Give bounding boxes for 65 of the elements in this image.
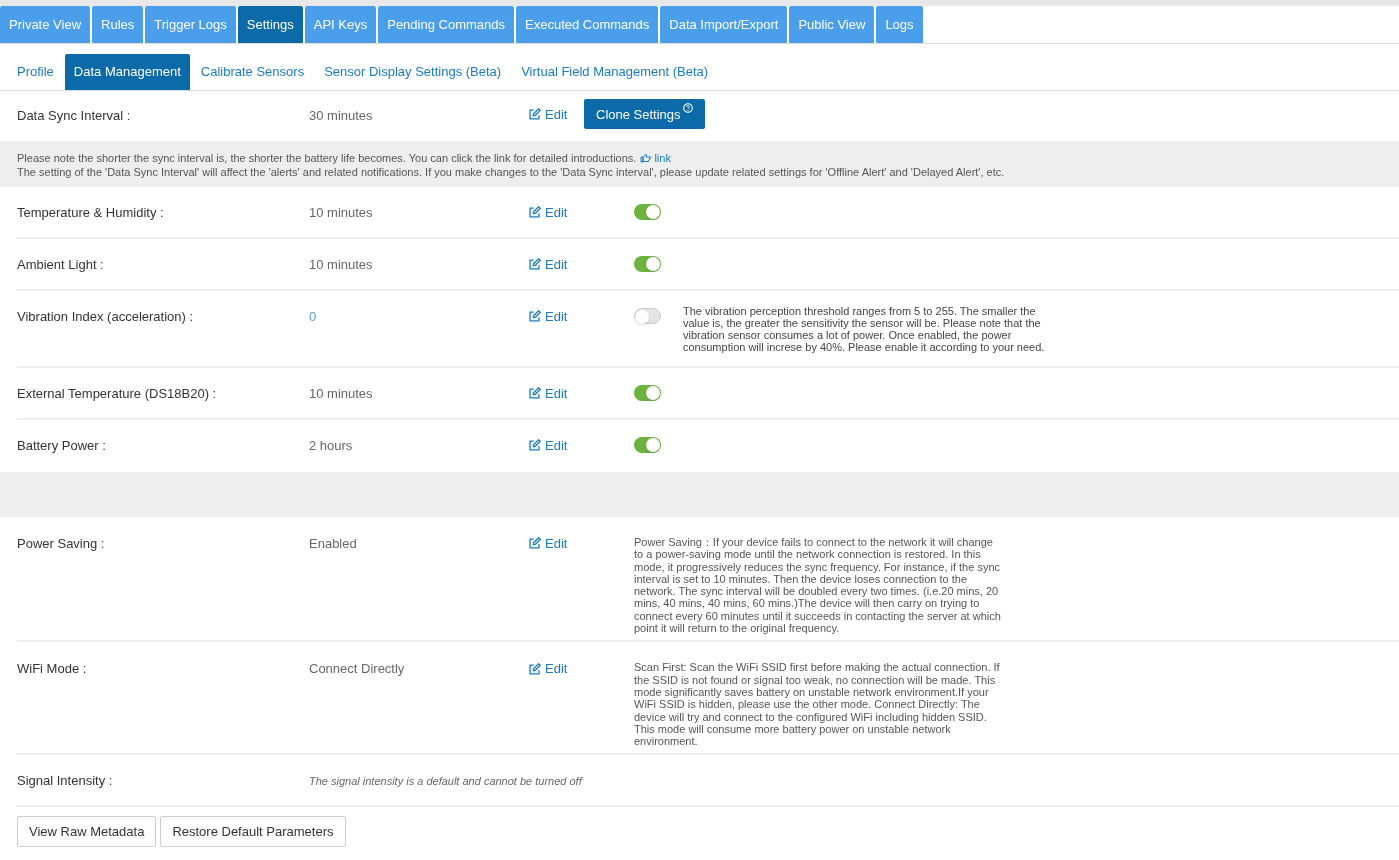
help-icon	[682, 103, 693, 113]
edit-link[interactable]: Edit	[528, 105, 568, 125]
sub-tab[interactable]: Data Management	[64, 54, 190, 90]
sub-tab[interactable]: Calibrate Sensors	[191, 54, 314, 90]
setting-value: 2 hours	[309, 437, 354, 455]
edit-icon	[528, 387, 541, 401]
setting-value: 10 minutes	[309, 256, 374, 274]
help-text: The vibration perception threshold ranges from 5 to 255. The smaller the value is, the greater the sensitivity the sensor will be. Please note that the vibration sensor consumes a lot of power. Once enabled, the power consumption will increse by 40%. Please enable it according to your need.	[683, 305, 1046, 353]
setting-label: Ambient Light :	[17, 256, 105, 274]
clone-settings-button[interactable]: Clone Settings	[584, 99, 705, 129]
help-text: Power Saving：If your device fails to connect to the network it will change to a power-saving mode until the network connection is restored. In this mode, it progressively reduces the sync frequency. For instance, if the sync interval is set to 10 minutes. Then the device loses connection to the network. The sync interval will be doubled every two times. (i.e.20 mins, 20 mins, 40 mins, 40 mins, 60 mins.)The device will then carry on trying to connect every 60 minutes until it succeeds in contacting the server at which point it will return to the original frequency.	[634, 536, 1002, 635]
edit-link[interactable]: Edit	[528, 534, 568, 554]
setting-label: WiFi Mode :	[17, 660, 88, 679]
setting-value: Connect Directly	[309, 660, 406, 679]
edit-link[interactable]: Edit	[528, 659, 568, 679]
edit-link[interactable]: Edit	[528, 436, 568, 456]
nav-tab[interactable]: Data Import/Export	[660, 6, 788, 43]
edit-icon	[528, 439, 541, 453]
notice-text: Please note the shorter the sync interval is, the shorter the battery life becomes. You can click the link for detailed introductions.	[17, 151, 637, 165]
setting-value: 10 minutes	[309, 204, 374, 222]
setting-value: 30 minutes	[309, 107, 374, 126]
setting-label: Vibration Index (acceleration) :	[17, 308, 195, 326]
setting-label: Battery Power :	[17, 437, 107, 455]
nav-tab[interactable]: Executed Commands	[516, 6, 659, 43]
edit-icon	[528, 310, 541, 324]
edit-link[interactable]: Edit	[528, 384, 568, 404]
toggle-switch[interactable]	[634, 385, 661, 401]
edit-icon	[528, 108, 541, 122]
setting-label: Signal Intensity :	[17, 772, 114, 791]
nav-tab[interactable]: Rules	[92, 6, 144, 43]
info-link[interactable]: link	[640, 151, 671, 165]
toggle-switch[interactable]	[634, 308, 661, 324]
edit-link[interactable]: Edit	[528, 307, 568, 327]
setting-label: Data Sync Interval :	[17, 107, 132, 126]
nav-tab[interactable]: API Keys	[304, 6, 377, 43]
edit-link[interactable]: Edit	[528, 255, 568, 275]
setting-value: Enabled	[309, 535, 358, 553]
edit-icon	[528, 662, 541, 676]
setting-label: Temperature & Humidity :	[17, 204, 165, 222]
setting-value: 10 minutes	[309, 385, 374, 403]
toggle-switch[interactable]	[634, 204, 661, 220]
edit-icon	[528, 206, 541, 220]
help-text: Scan First: Scan the WiFi SSID first before making the actual connection. If the SSID is not found or signal too weak, no connection will be made. This mode significantly saves battery on unstable network environment.If your WiFi SSID is hidden, please use the other mode. Connect Directly: The device will try and connect to the configured WiFi including hidden SSID. This mode will consume more battery power on unstable network environment.	[634, 661, 1001, 748]
action-button[interactable]: View Raw Metadata	[17, 816, 157, 848]
setting-label: Power Saving :	[17, 535, 106, 553]
nav-tab[interactable]: Logs	[876, 6, 923, 43]
notice-text: The setting of the 'Data Sync Interval' will affect the 'alerts' and related notifications. If you make changes to the 'Data Sync interval', please update related settings for 'Offline Alert' and 'Delayed Alert', etc.	[17, 165, 1005, 179]
pointing-hand-icon	[640, 153, 653, 163]
nav-tab[interactable]: Public View	[789, 6, 875, 43]
sub-tab[interactable]: Sensor Display Settings (Beta)	[315, 54, 511, 90]
sub-tab[interactable]: Profile	[8, 54, 63, 90]
nav-tab[interactable]: Private View	[0, 6, 90, 43]
toggle-switch[interactable]	[634, 256, 661, 272]
edit-icon	[528, 537, 541, 551]
nav-tab[interactable]: Settings	[237, 6, 303, 43]
edit-icon	[528, 258, 541, 272]
setting-value: 0	[309, 308, 318, 326]
setting-label: External Temperature (DS18B20) :	[17, 385, 218, 403]
help-text: The signal intensity is a default and cannot be turned off	[309, 774, 582, 790]
nav-tab[interactable]: Pending Commands	[378, 6, 514, 43]
toggle-switch[interactable]	[634, 437, 661, 453]
nav-tab[interactable]: Trigger Logs	[145, 6, 236, 43]
edit-link[interactable]: Edit	[528, 203, 568, 223]
sub-tab[interactable]: Virtual Field Management (Beta)	[512, 54, 718, 90]
action-button[interactable]: Restore Default Parameters	[160, 816, 346, 848]
